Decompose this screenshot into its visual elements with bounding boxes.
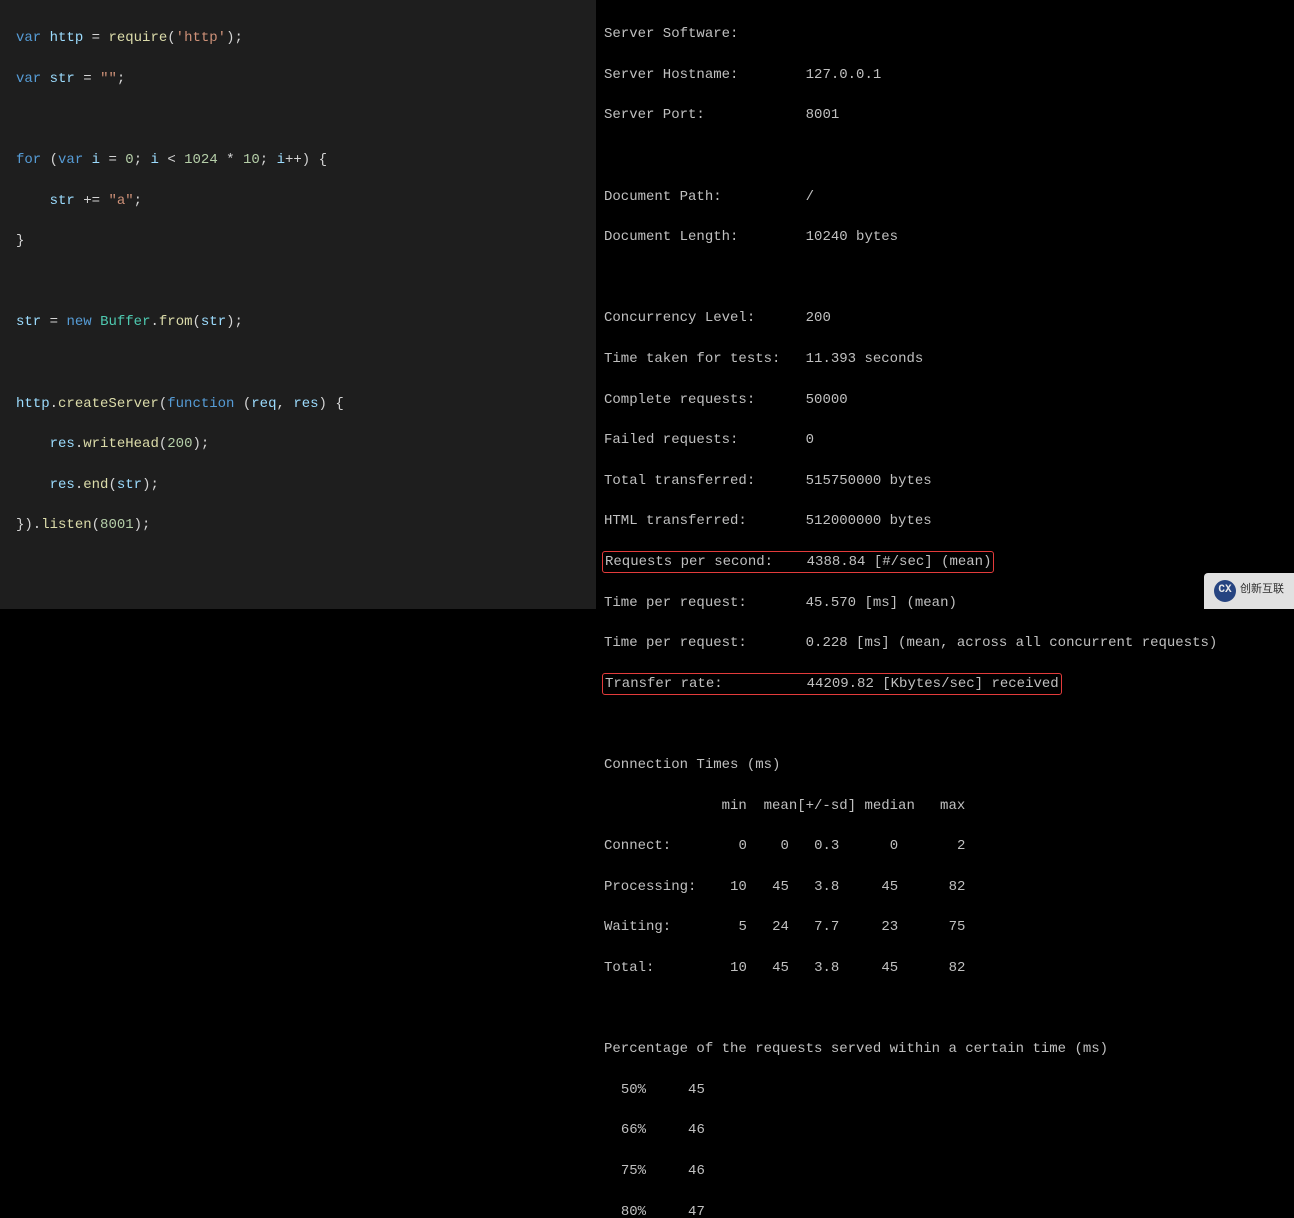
watermark-text: 创新互联 (1240, 583, 1284, 599)
server-hostname: Server Hostname: 127.0.0.1 (604, 65, 1286, 85)
pct-row: 80% 47 (604, 1202, 1286, 1218)
code-line: } (16, 231, 580, 251)
conn-connect: Connect: 0 0 0.3 0 2 (604, 836, 1286, 856)
code-line: res.writeHead(200); (16, 434, 580, 454)
html-transferred: HTML transferred: 512000000 bytes (604, 511, 1286, 531)
document-path: Document Path: / (604, 187, 1286, 207)
failed-requests: Failed requests: 0 (604, 430, 1286, 450)
pct-row: 75% 46 (604, 1161, 1286, 1181)
watermark-logo-icon: CX (1214, 580, 1236, 602)
time-taken: Time taken for tests: 11.393 seconds (604, 349, 1286, 369)
code-line (16, 272, 580, 292)
code-line: var http = require('http'); (16, 28, 580, 48)
code-line: res.end(str); (16, 475, 580, 495)
percentile-header: Percentage of the requests served within… (604, 1039, 1286, 1059)
time-per-request-2: Time per request: 0.228 [ms] (mean, acro… (604, 633, 1286, 653)
code-line: http.createServer(function (req, res) { (16, 394, 580, 414)
time-per-request-1: Time per request: 45.570 [ms] (mean) (604, 593, 1286, 613)
terminal-output[interactable]: Server Software: Server Hostname: 127.0.… (596, 0, 1294, 609)
conn-total: Total: 10 45 3.8 45 82 (604, 958, 1286, 978)
code-editor[interactable]: var http = require('http'); var str = ""… (0, 0, 596, 609)
code-line: str += "a"; (16, 191, 580, 211)
server-port: Server Port: 8001 (604, 105, 1286, 125)
transfer-rate-row: Transfer rate: 44209.82 [Kbytes/sec] rec… (604, 674, 1286, 694)
code-line (16, 353, 580, 373)
code-line: }).listen(8001); (16, 515, 580, 535)
transfer-highlight: Transfer rate: 44209.82 [Kbytes/sec] rec… (602, 673, 1062, 695)
pct-row: 50% 45 (604, 1080, 1286, 1100)
conn-times-header: Connection Times (ms) (604, 755, 1286, 775)
conn-waiting: Waiting: 5 24 7.7 23 75 (604, 917, 1286, 937)
code-line: var str = ""; (16, 69, 580, 89)
code-line: for (var i = 0; i < 1024 * 10; i++) { (16, 150, 580, 170)
server-software: Server Software: (604, 24, 1286, 44)
pct-row: 66% 46 (604, 1120, 1286, 1140)
concurrency-level: Concurrency Level: 200 (604, 308, 1286, 328)
document-length: Document Length: 10240 bytes (604, 227, 1286, 247)
code-line: str = new Buffer.from(str); (16, 312, 580, 332)
conn-processing: Processing: 10 45 3.8 45 82 (604, 877, 1286, 897)
total-transferred: Total transferred: 515750000 bytes (604, 471, 1286, 491)
complete-requests: Complete requests: 50000 (604, 390, 1286, 410)
watermark-badge: CX 创新互联 (1204, 573, 1294, 609)
code-line (16, 109, 580, 129)
requests-per-second-row: Requests per second: 4388.84 [#/sec] (me… (604, 552, 1286, 572)
conn-times-cols: min mean[+/-sd] median max (604, 796, 1286, 816)
rps-highlight: Requests per second: 4388.84 [#/sec] (me… (602, 551, 994, 573)
